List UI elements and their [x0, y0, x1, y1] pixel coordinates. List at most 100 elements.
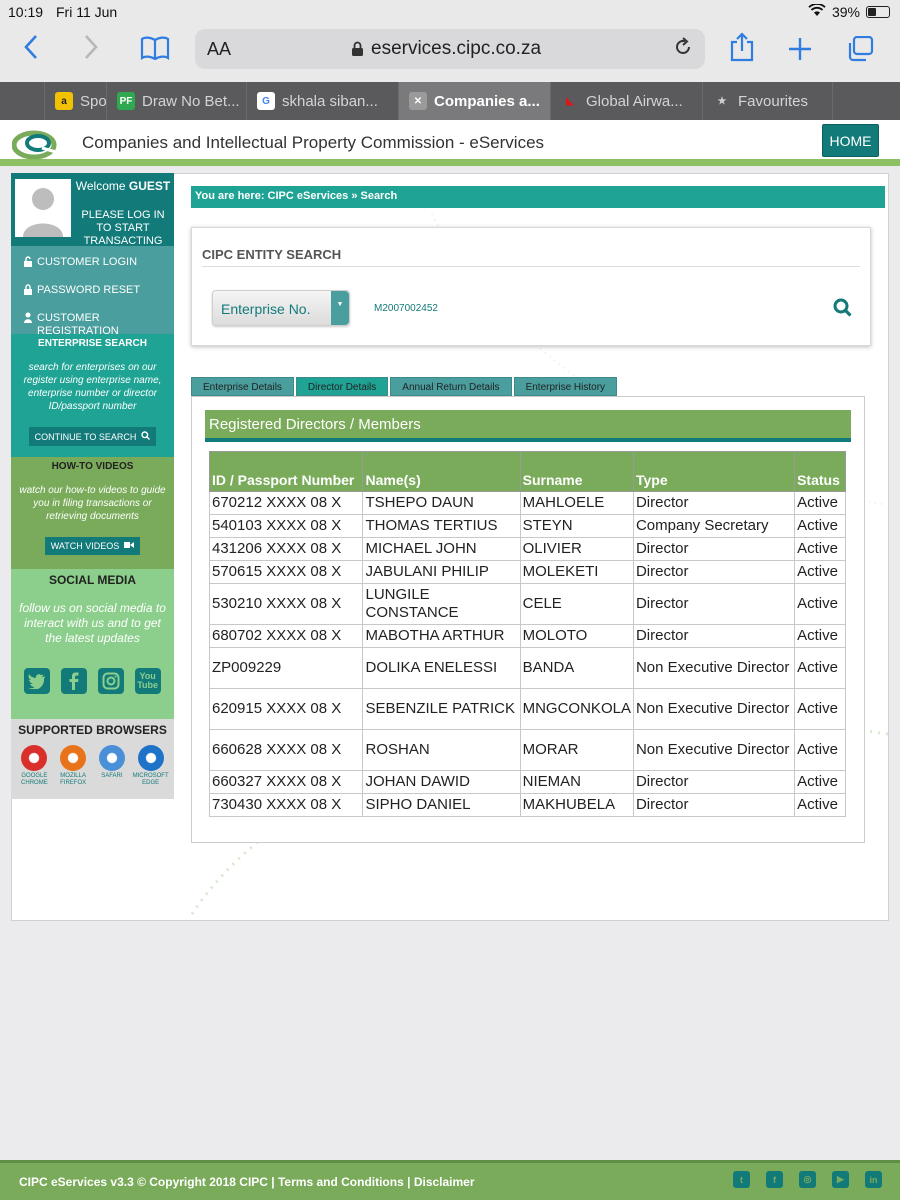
table-cell: 530210 XXXX 08 X: [208, 583, 364, 625]
disclaimer-link[interactable]: Disclaimer: [414, 1175, 475, 1189]
instagram-icon[interactable]: [97, 668, 124, 694]
reload-icon[interactable]: [673, 37, 693, 63]
table-cell: MABOTHA ARTHUR: [362, 624, 521, 648]
tab-2[interactable]: Gskhala siban...: [247, 82, 399, 120]
tab-favicon-icon: ✕: [409, 92, 427, 110]
password-reset-label[interactable]: PASSWORD RESET: [37, 284, 140, 296]
tab-label[interactable]: Favourites: [738, 93, 808, 110]
table-row: 570615 XXXX 08 X JABULANI PHILIP MOLEKETI D…: [208, 560, 846, 584]
browser-item[interactable]: GOOGLE CHROME: [16, 745, 52, 787]
tab-4[interactable]: ◣ Global Airwa...: [551, 82, 703, 120]
search-value[interactable]: M2007002452: [374, 303, 438, 314]
table-cell: Active: [794, 491, 846, 515]
sidebar: Welcome GUEST PLEASE LOG IN TO START TRA…: [11, 173, 174, 799]
lock-icon: [351, 41, 364, 62]
status-bar: 10:19 Fri 11 Jun 39%: [0, 0, 900, 24]
table-cell: LUNGILE CONSTANCE: [362, 583, 521, 625]
site-title: Companies and Intellectual Property Comm…: [82, 133, 545, 152]
search-type-select[interactable]: Enterprise No. ▼: [212, 290, 350, 326]
home-button[interactable]: HOME: [822, 124, 879, 157]
footer-youtube-icon[interactable]: ▶: [832, 1171, 849, 1188]
social-text: follow us on social media to interact wi…: [19, 601, 166, 645]
watch-videos-label[interactable]: WATCH VIDEOS: [51, 541, 120, 551]
tab-enterprise-history[interactable]: Enterprise History: [513, 377, 618, 396]
new-tab-icon[interactable]: [788, 37, 812, 68]
url-text[interactable]: eservices.cipc.co.za: [371, 38, 541, 60]
footer-instagram-icon[interactable]: ◎: [799, 1171, 816, 1188]
welcome-label: Welcome: [75, 179, 126, 193]
tab-enterprise-details[interactable]: Enterprise Details: [191, 377, 294, 396]
table-cell: MOLEKETI: [519, 560, 634, 584]
tab-label[interactable]: skhala siban...: [282, 93, 378, 110]
welcome-panel: Welcome GUEST PLEASE LOG IN TO START TRA…: [11, 173, 174, 247]
continue-to-search-button[interactable]: CONTINUE TO SEARCH: [28, 427, 157, 446]
tab-label[interactable]: Companies a...: [434, 93, 540, 110]
twitter-icon[interactable]: [24, 668, 51, 694]
tab-director-details[interactable]: Director Details: [295, 377, 389, 396]
howto-title: HOW-TO VIDEOS: [51, 461, 134, 472]
tab-1[interactable]: PF Draw No Bet...: [107, 82, 247, 120]
customer-login-link[interactable]: CUSTOMER LOGIN: [11, 256, 174, 284]
table-cell: Director: [632, 624, 796, 648]
reader-settings-button[interactable]: AA: [207, 39, 231, 60]
social-title: SOCIAL MEDIA: [48, 573, 137, 587]
browser-logo-icon: [21, 745, 48, 771]
forward-icon[interactable]: [82, 34, 100, 67]
terms-link[interactable]: Terms and Conditions: [278, 1175, 404, 1189]
browser-item[interactable]: MOZILLA FIREFOX: [55, 745, 91, 787]
table-cell: BANDA: [519, 647, 634, 689]
tab-pinned[interactable]: [0, 82, 45, 120]
detail-tabs: Enterprise Details Director Details Annual…: [191, 377, 618, 396]
table-cell: Director: [632, 537, 796, 561]
browser-item[interactable]: SAFARI: [94, 745, 130, 787]
footer-twitter-icon[interactable]: t: [733, 1171, 750, 1188]
youtube-icon[interactable]: You Tube: [134, 668, 161, 694]
browser-label: MICROSOFT EDGE: [132, 773, 169, 786]
entity-search-panel: CIPC ENTITY SEARCH Enterprise No. ▼ M200…: [191, 227, 871, 346]
battery-icon: [866, 6, 890, 18]
share-icon[interactable]: [729, 32, 755, 69]
table-cell: 730430 XXXX 08 X: [208, 793, 364, 817]
tab-3[interactable]: ✕ Companies a...: [399, 82, 551, 120]
tab-label[interactable]: Global Airwa...: [586, 93, 683, 110]
table-row: 530210 XXXX 08 X LUNGILE CONSTANCE CELE Dir…: [208, 583, 846, 625]
search-icon[interactable]: [833, 298, 852, 322]
tab-favicon-icon: ◣: [566, 95, 574, 107]
table-row: 540103 XXXX 08 X THOMAS TERTIUS STEYN Compa…: [208, 514, 846, 538]
table-cell: Company Secretary: [632, 514, 796, 538]
bookmarks-icon[interactable]: [140, 36, 170, 67]
status-date: Fri 11 Jun: [56, 4, 118, 20]
registered-directors-title: Registered Directors / Members: [205, 410, 851, 442]
table-cell: Active: [794, 770, 846, 794]
howto-videos-panel: HOW-TO VIDEOS watch our how-to videos to…: [11, 457, 174, 569]
customer-login-label[interactable]: CUSTOMER LOGIN: [37, 256, 137, 268]
table-cell: Active: [794, 583, 846, 625]
table-cell: Non Executive Director: [632, 729, 796, 771]
tab-5[interactable]: ★ Favourites: [703, 82, 833, 120]
welcome-text: Welcome GUEST: [73, 179, 173, 193]
watch-videos-button[interactable]: WATCH VIDEOS: [44, 537, 141, 555]
customer-registration-label[interactable]: CUSTOMER REGISTRATION: [37, 312, 174, 338]
divider: [202, 266, 860, 267]
footer-facebook-icon[interactable]: f: [766, 1171, 783, 1188]
tab-annual-return-details[interactable]: Annual Return Details: [390, 377, 512, 396]
footer-linkedin-icon[interactable]: in: [865, 1171, 882, 1188]
tabs-overview-icon[interactable]: [846, 35, 874, 69]
facebook-icon[interactable]: [61, 668, 88, 694]
tab-label[interactable]: Draw No Bet...: [142, 93, 240, 110]
continue-to-search-label[interactable]: CONTINUE TO SEARCH: [35, 432, 137, 442]
password-reset-link[interactable]: PASSWORD RESET: [11, 284, 174, 312]
search-type-value[interactable]: Enterprise No.: [221, 301, 310, 317]
tab-0[interactable]: a Spo: [45, 82, 107, 120]
back-icon[interactable]: [22, 34, 40, 67]
table-cell: Active: [794, 537, 846, 561]
table-row: 660628 XXXX 08 X ROSHAN MORAR Non Executive…: [208, 729, 846, 771]
address-bar[interactable]: AA eservices.cipc.co.za: [195, 29, 705, 69]
table-cell: Director: [632, 560, 796, 584]
chevron-down-icon[interactable]: ▼: [331, 291, 349, 325]
wifi-icon: [808, 3, 826, 20]
table-cell: 660628 XXXX 08 X: [208, 729, 364, 771]
browser-item[interactable]: MICROSOFT EDGE: [133, 745, 169, 787]
tab-label[interactable]: Spo: [80, 93, 106, 110]
table-cell: MOLOTO: [519, 624, 634, 648]
